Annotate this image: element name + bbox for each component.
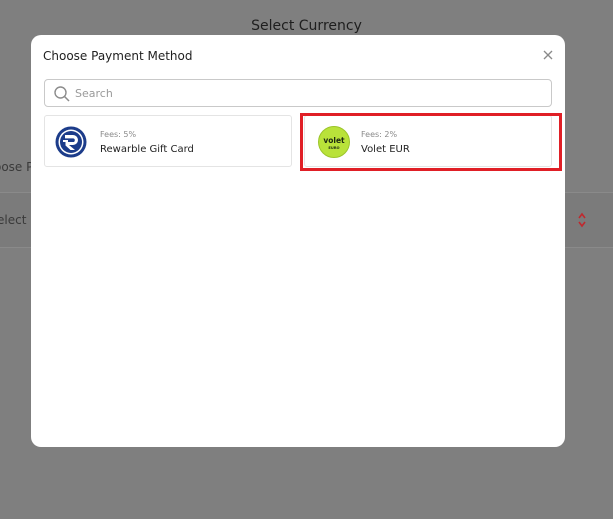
search-box[interactable]: [44, 79, 552, 107]
method-fee: Fees: 2%: [361, 130, 398, 139]
rewarble-logo-icon: [55, 126, 87, 158]
close-button[interactable]: [541, 48, 555, 62]
method-name: Rewarble Gift Card: [100, 144, 194, 155]
method-name: Volet EUR: [361, 144, 410, 155]
svg-text:volet: volet: [323, 136, 345, 145]
payment-method-volet-eur[interactable]: volet EURO Fees: 2% Volet EUR: [304, 115, 552, 167]
page-title: Select Currency: [251, 18, 362, 34]
search-icon: [54, 86, 70, 102]
payment-method-rewarble[interactable]: Fees: 5% Rewarble Gift Card: [44, 115, 292, 167]
search-input[interactable]: [75, 80, 545, 106]
volet-logo-icon: volet EURO: [318, 126, 350, 158]
close-icon: [543, 50, 553, 60]
svg-text:EURO: EURO: [328, 146, 339, 150]
payment-method-modal: Choose Payment Method Fees: 5% Rewarble …: [31, 35, 565, 447]
method-fee: Fees: 5%: [100, 130, 137, 139]
chevron-up-down-icon: [578, 212, 586, 228]
modal-title: Choose Payment Method: [43, 49, 193, 63]
payment-method-label: oose P: [0, 160, 34, 174]
